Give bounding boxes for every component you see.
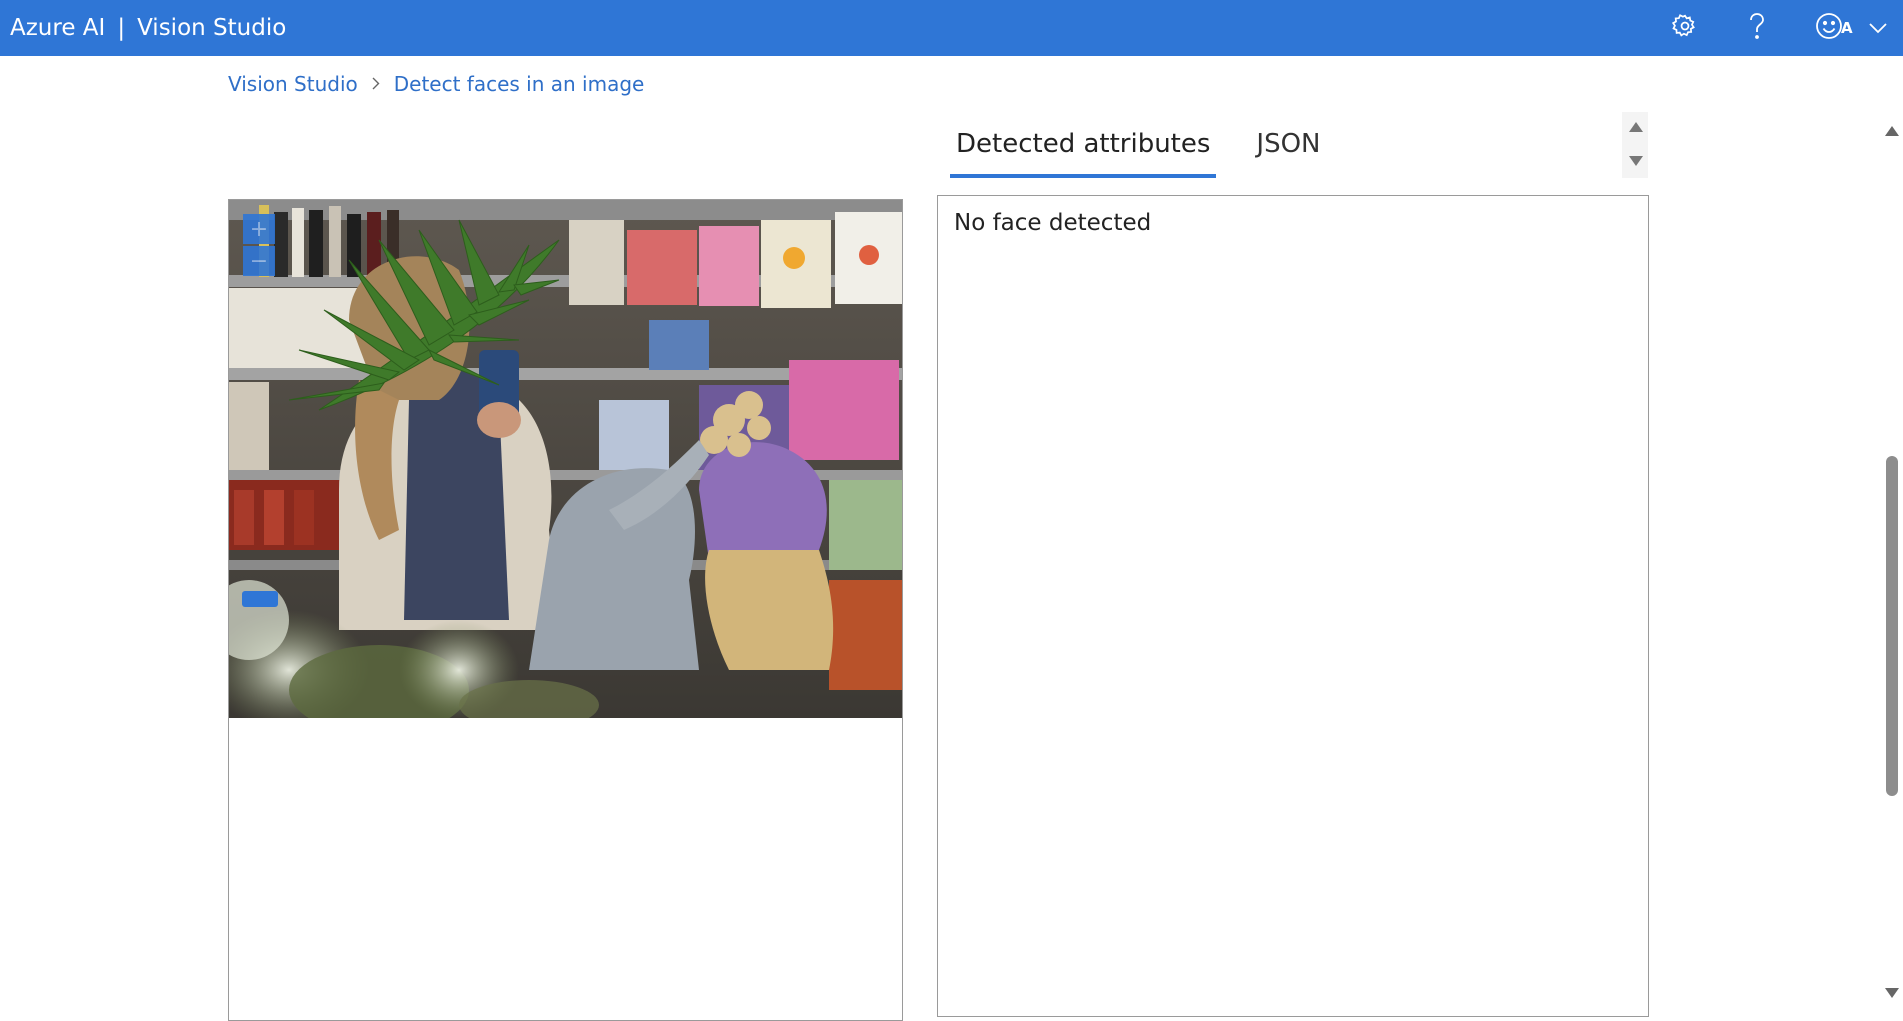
app-brand[interactable]: Azure AI | Vision Studio [10,0,286,56]
breadcrumb-home-link[interactable]: Vision Studio [228,72,358,96]
breadcrumb-current[interactable]: Detect faces in an image [394,72,645,96]
detected-attributes-panel: No face detected [937,195,1649,1017]
zoom-out-button[interactable]: − [243,246,275,276]
brand-vision-studio: Vision Studio [137,15,287,41]
settings-button[interactable] [1665,8,1705,48]
uploaded-image[interactable] [229,200,902,718]
image-panel: + − [228,199,903,1021]
avatar: A [1841,19,1853,37]
result-tabs: Detected attributes JSON [950,124,1327,180]
zoom-slider-handle[interactable] [242,591,278,607]
scroll-down-arrow-icon[interactable] [1885,988,1899,998]
help-button[interactable] [1737,8,1777,48]
brand-separator: | [117,15,126,41]
scrollbar-thumb[interactable] [1886,456,1898,796]
breadcrumb: Vision Studio Detect faces in an image [228,72,644,96]
chevron-down-icon [1868,19,1887,38]
tab-detected-attributes[interactable]: Detected attributes [950,124,1217,178]
scroll-up-icon[interactable] [1629,122,1643,132]
brand-azure-ai: Azure AI [10,15,106,41]
scroll-up-arrow-icon[interactable] [1885,126,1899,136]
tab-json[interactable]: JSON [1250,124,1326,170]
top-bar: Azure AI | Vision Studio A [0,0,1903,56]
smiley-icon [1815,12,1843,44]
chevron-right-icon [372,75,380,94]
scroll-down-icon[interactable] [1629,156,1643,166]
account-menu[interactable]: A [1841,8,1901,48]
tab-scroll-buttons [1622,112,1648,178]
question-mark-icon [1745,12,1769,44]
page-scrollbar[interactable] [1883,120,1901,1003]
no-face-message: No face detected [954,210,1152,236]
gear-icon [1671,13,1698,43]
zoom-in-button[interactable]: + [243,214,275,244]
